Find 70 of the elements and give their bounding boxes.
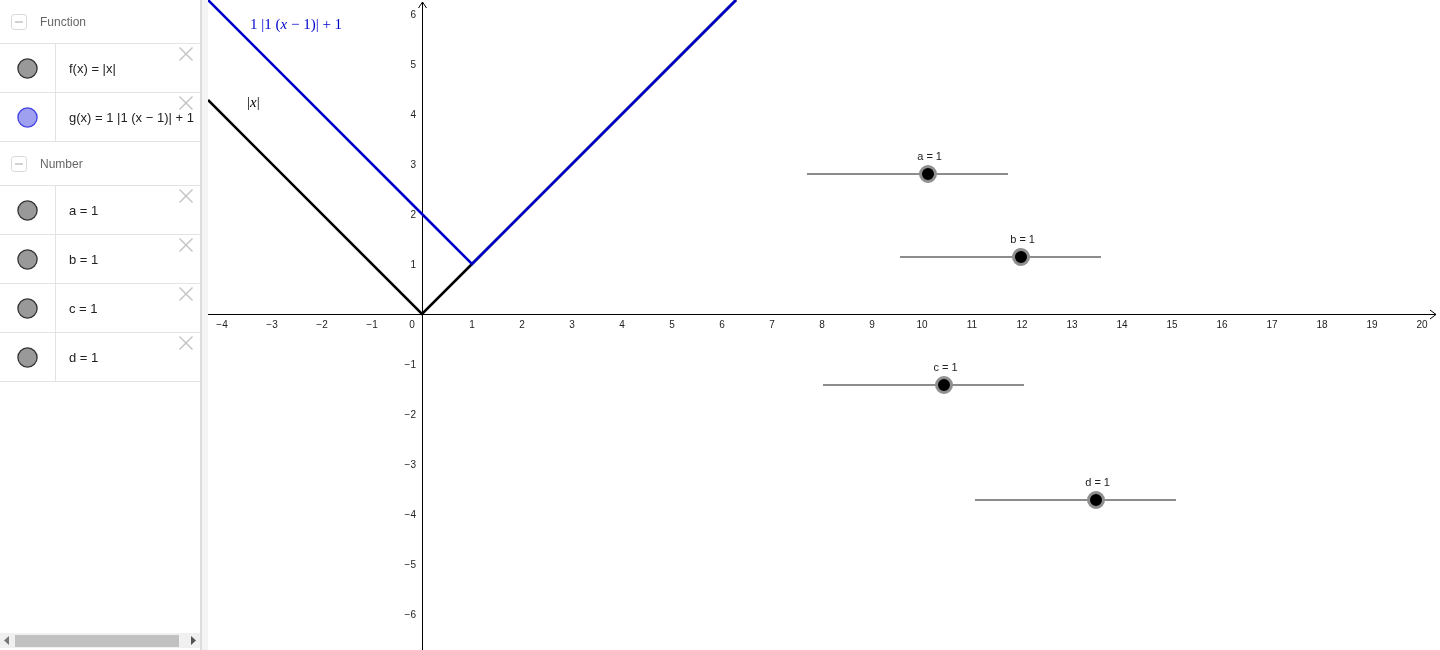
slider-track[interactable] <box>823 376 1024 394</box>
visibility-dot-icon[interactable] <box>17 297 38 319</box>
slider-thumb[interactable] <box>1011 248 1030 266</box>
graph-label: |x| <box>247 94 260 111</box>
axis-tick-label: −4 <box>404 508 416 520</box>
visibility-dot-icon[interactable] <box>17 248 38 270</box>
axis-tick-label: 19 <box>1366 319 1378 330</box>
visibility-dot-icon[interactable] <box>17 199 38 221</box>
axis-tick-label: 5 <box>669 319 675 330</box>
scroll-left-icon[interactable] <box>4 636 9 645</box>
axis-tick-label: 3 <box>410 158 416 170</box>
axis-tick-label: 16 <box>1216 319 1228 330</box>
origin-label: 0 <box>409 319 415 330</box>
slider-track[interactable] <box>900 248 1101 266</box>
axis-tick-label: 17 <box>1266 319 1278 330</box>
axis-tick-label: 9 <box>869 319 875 330</box>
slider-thumb[interactable] <box>934 376 953 394</box>
axis-tick-label: −4 <box>216 319 228 330</box>
axis-tick-label: 18 <box>1316 319 1328 330</box>
axis-tick-label: 10 <box>916 319 928 330</box>
graph-label: 1 |1 (x − 1)| + 1 <box>250 16 343 33</box>
axis-tick-label: 7 <box>769 319 775 330</box>
slider-track[interactable] <box>807 165 1008 183</box>
axis-tick-label: −1 <box>366 319 378 330</box>
axis-tick-label: 14 <box>1116 319 1128 330</box>
axis-tick-label: 6 <box>719 319 725 330</box>
axis-tick-label: 4 <box>410 108 416 120</box>
axis-tick-label: 4 <box>619 319 625 330</box>
expression-entry[interactable]: b = 1 <box>69 251 99 267</box>
expression-entry[interactable]: f(x) = |x| <box>69 60 116 76</box>
axis-tick-label: 20 <box>1416 319 1428 330</box>
expression-entry[interactable]: a = 1 <box>69 202 99 218</box>
axis-tick-label: 11 <box>966 319 978 330</box>
axis-tick-label: 12 <box>1016 319 1028 330</box>
expression-entry[interactable]: g(x) = 1 |1 (x − 1)| + 1 <box>69 109 194 125</box>
function-graph[interactable] <box>208 0 737 266</box>
visibility-dot-icon[interactable] <box>17 346 38 368</box>
axis-tick-label: 8 <box>819 319 825 330</box>
axis-tick-label: 13 <box>1066 319 1078 330</box>
axis-tick-label: −1 <box>404 358 416 370</box>
slider-thumb[interactable] <box>1086 491 1105 509</box>
axis-tick-label: 15 <box>1166 319 1178 330</box>
axis-tick-label: −2 <box>404 408 416 420</box>
slider-label: a = 1 <box>917 150 942 162</box>
category-heading: Function <box>40 13 87 31</box>
axis-tick-label: 2 <box>519 319 525 330</box>
axis-tick-label: −6 <box>404 608 416 620</box>
axis-tick-label: 5 <box>410 58 416 70</box>
visibility-dot-icon[interactable] <box>17 57 38 79</box>
scrollbar-thumb[interactable] <box>15 634 179 647</box>
expression-entry[interactable]: d = 1 <box>69 349 99 365</box>
axis-tick-label: 1 <box>469 319 475 330</box>
axis-tick-label: −5 <box>404 558 416 570</box>
axis-tick-label: 6 <box>410 8 416 20</box>
axis-tick-label: 3 <box>569 319 575 330</box>
horizontal-scrollbar[interactable] <box>0 633 200 648</box>
slider-label: d = 1 <box>1085 476 1110 488</box>
axis-tick-label: 1 <box>410 258 416 270</box>
slider-label: b = 1 <box>1010 233 1035 245</box>
slider-track[interactable] <box>975 491 1176 509</box>
visibility-dot-icon[interactable] <box>17 106 38 128</box>
expression-entry[interactable]: c = 1 <box>69 300 98 316</box>
slider-thumb[interactable] <box>918 165 937 183</box>
slider-label: c = 1 <box>933 361 958 373</box>
axis-tick-label: −2 <box>316 319 328 330</box>
axis-tick-label: −3 <box>404 458 416 470</box>
axis-tick-label: −3 <box>266 319 278 330</box>
scroll-right-icon[interactable] <box>191 636 196 645</box>
axis-tick-label: 2 <box>410 208 416 220</box>
category-heading: Number <box>40 155 83 173</box>
